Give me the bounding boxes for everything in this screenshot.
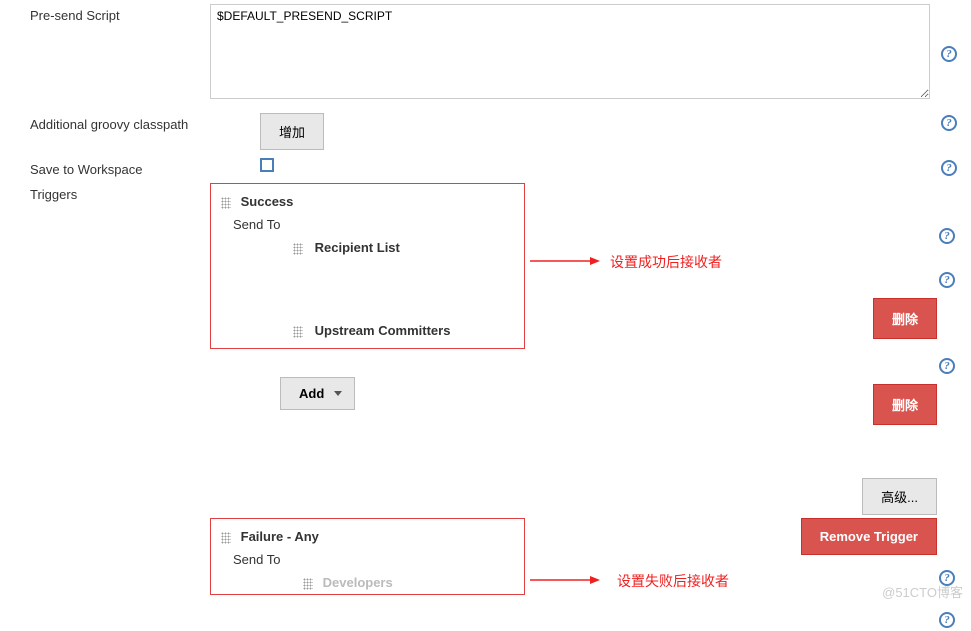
drag-grip-icon[interactable] [221, 532, 231, 544]
delete-recipient-button[interactable]: 删除 [873, 384, 937, 425]
help-icon[interactable]: ? [939, 228, 955, 244]
remove-trigger-button[interactable]: Remove Trigger [801, 518, 937, 555]
annotation-failure-text: 设置失败后接收者 [617, 571, 729, 591]
advanced-button[interactable]: 高级... [862, 478, 937, 515]
trigger-success-sendto: Send To [221, 213, 514, 240]
save-to-workspace-checkbox[interactable] [260, 158, 274, 172]
annotation-arrow-icon [530, 254, 600, 268]
drag-grip-icon[interactable] [221, 197, 231, 209]
trigger-failure-title: Failure - Any [241, 529, 319, 544]
chevron-down-icon [334, 391, 342, 396]
add-classpath-button[interactable]: 增加 [260, 113, 324, 150]
recipient-list-label: Recipient List [315, 240, 400, 255]
trigger-success-title: Success [241, 194, 294, 209]
triggers-label: Triggers [30, 183, 210, 202]
presend-script-textarea[interactable] [210, 4, 930, 99]
help-icon[interactable]: ? [939, 358, 955, 374]
trigger-success-box: Success Send To Recipient List Upstream … [210, 183, 525, 349]
classpath-label: Additional groovy classpath [30, 113, 260, 132]
help-icon[interactable]: ? [941, 115, 957, 131]
delete-recipient-button[interactable]: 删除 [873, 298, 937, 339]
annotation-success-text: 设置成功后接收者 [610, 252, 722, 272]
drag-grip-icon[interactable] [293, 243, 303, 255]
help-icon[interactable]: ? [941, 160, 957, 176]
drag-grip-icon[interactable] [303, 578, 313, 590]
watermark-text: @51CTO博客 [882, 582, 963, 601]
trigger-failure-box: Failure - Any Send To Developers [210, 518, 525, 595]
add-trigger-button[interactable]: Add [280, 377, 355, 410]
presend-label: Pre-send Script [30, 4, 210, 23]
trigger-failure-sendto: Send To [221, 548, 514, 575]
add-label: Add [299, 386, 324, 401]
saveworkspace-label: Save to Workspace [30, 158, 260, 177]
annotation-arrow-icon [530, 573, 600, 587]
help-icon[interactable]: ? [939, 272, 955, 288]
help-icon[interactable]: ? [941, 46, 957, 62]
drag-grip-icon[interactable] [293, 326, 303, 338]
developers-label: Developers [323, 575, 393, 590]
upstream-committers-label: Upstream Committers [315, 323, 451, 338]
help-icon[interactable]: ? [939, 612, 955, 628]
